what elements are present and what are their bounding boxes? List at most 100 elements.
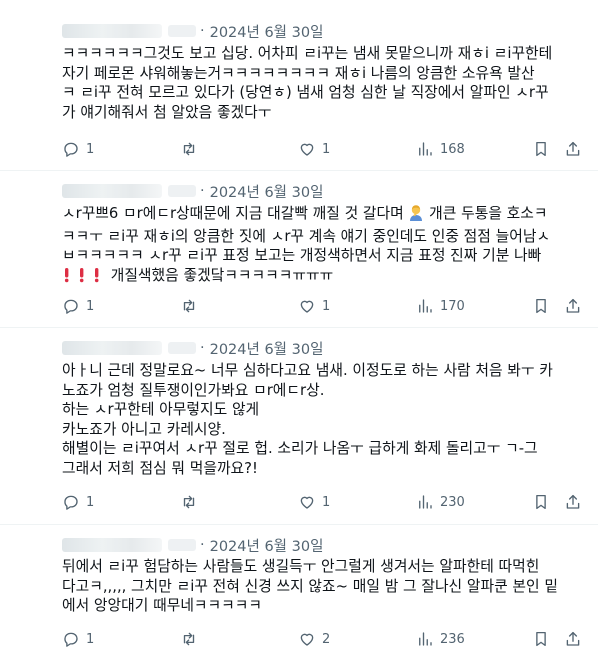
share-button[interactable] [564, 138, 582, 160]
separator-dot: · [200, 537, 205, 553]
bookmark-button[interactable] [532, 628, 550, 650]
reply-count: 1 [86, 494, 95, 510]
retweet-icon [183, 299, 195, 313]
separator-dot: · [200, 340, 205, 356]
reply-icon [64, 299, 78, 314]
views-button[interactable]: 170 [416, 295, 465, 317]
bookmark-button[interactable] [532, 138, 550, 160]
views-button[interactable]: 230 [416, 491, 465, 513]
reply-count: 1 [86, 631, 95, 647]
tweet-text-line: 노죠가 엄청 질투쟁이인가봐요 ㅁr에ㄷr상. [62, 381, 325, 399]
reply-button[interactable]: 1 [62, 295, 94, 317]
tweet-text-line: 자기 페로몬 샤워해놓는거ㅋㅋㅋㅋㅋㅋㅋㅋ 재ㅎi 나름의 앙큼한 소유욕 발산 [62, 64, 535, 82]
exclamation-emoji-icon [62, 267, 106, 289]
reply-button[interactable]: 1 [62, 491, 94, 513]
tweet-timestamp[interactable]: 2024년 6월 30일 [210, 535, 324, 556]
tweet-divider [0, 327, 598, 328]
tweet-text-line: 다고ㅋ,,,,, 그치만 ㄹi꾸 전혀 신경 쓰지 않죠~ 매일 밤 그 잘나신… [62, 577, 558, 595]
views-icon [419, 632, 432, 646]
author-handle-redacted[interactable] [168, 185, 196, 197]
like-count: 1 [322, 494, 331, 510]
reply-button[interactable]: 1 [62, 628, 94, 650]
reply-icon [64, 632, 78, 647]
share-button[interactable] [564, 628, 582, 650]
reply-count: 1 [86, 141, 95, 157]
tweet-text-line: 아ㅏ니 근데 정말로요~ 너무 심하다고요 냄새. 이정도로 하는 사람 처음 … [62, 362, 553, 379]
bookmark-button[interactable] [532, 491, 550, 513]
author-handle-redacted[interactable] [168, 539, 196, 551]
retweet-button[interactable] [180, 138, 198, 160]
heart-icon [300, 633, 314, 646]
tweet-text-line: 카노죠가 아니고 카레시양. [62, 420, 226, 438]
like-button[interactable]: 1 [298, 491, 330, 513]
views-icon [419, 142, 432, 156]
tweet-text-line: 그래서 저희 점심 뭐 먹을까요?! [62, 459, 258, 477]
views-icon [419, 299, 432, 313]
tweet-text: 아ㅏ니 근데 정말로요~ 너무 심하다고요 냄새. 이정도로 하는 사람 처음 … [62, 361, 592, 479]
heart-icon [300, 496, 314, 509]
retweet-button[interactable] [180, 491, 198, 513]
tweet-divider [0, 524, 598, 525]
views-button[interactable]: 236 [416, 628, 465, 650]
share-icon [566, 494, 580, 509]
tweet-text: 뒤에서 ㄹi꾸 험담하는 사람들도 생길득ㅜ 안그럴게 생겨서는 알파한테 따먹… [62, 557, 592, 616]
tweet-text-line: 에서 앙앙대기 때무네ㅋㅋㅋㅋㅋ [62, 597, 262, 615]
retweet-button[interactable] [180, 295, 198, 317]
views-button[interactable]: 168 [416, 138, 465, 160]
tweet-timestamp[interactable]: 2024년 6월 30일 [210, 181, 324, 202]
bookmark-icon [536, 631, 546, 647]
tweet-text-line: 뒤에서 ㄹi꾸 험담하는 사람들도 생길득ㅜ 안그럴게 생겨서는 알파한테 따먹… [62, 558, 540, 575]
share-button[interactable] [564, 295, 582, 317]
like-button[interactable]: 1 [298, 295, 330, 317]
separator-dot: · [200, 183, 205, 199]
retweet-button[interactable] [180, 628, 198, 650]
tweet-timestamp[interactable]: 2024년 6월 30일 [210, 338, 324, 359]
retweet-icon [183, 632, 195, 646]
bookmark-icon [536, 298, 546, 314]
views-count: 168 [440, 141, 465, 157]
like-count: 2 [322, 631, 331, 647]
separator-dot: · [200, 23, 205, 39]
bookmark-icon [536, 494, 546, 510]
tweet-actions: 1 2 236 [62, 628, 592, 650]
share-icon [566, 298, 580, 313]
tweet-text-line: ㅂㅋㅋㅋㅋㅋ ㅅr꾸 ㄹi꾸 표정 보고는 개정색하면서 지금 표정 진짜 기분… [62, 247, 542, 265]
share-icon [566, 141, 580, 156]
like-button[interactable]: 2 [298, 628, 330, 650]
author-handle-redacted[interactable] [168, 25, 196, 37]
tweet-text-line: ㅋ ㄹi꾸 전혀 모르고 있다가 (당연ㅎ) 냄새 엄청 심한 날 직장에서 알… [62, 84, 549, 102]
tweet-text-line: ㅋㅋㅋㅋㅋㅋ그것도 보고 십당. 어차피 ㄹi꾸는 냄새 못맡으니까 재ㅎi ㄹ… [62, 45, 553, 62]
tweet-text-line: 가 얘기해줘서 첨 알았음 좋겠다ㅜ [62, 103, 272, 121]
like-button[interactable]: 1 [298, 138, 330, 160]
tweet-text-segment: ㅅr꾸쁘6 ㅁr에ㄷr상때문에 지금 대갈빡 깨질 것 갈다며 [62, 205, 409, 222]
author-name-redacted[interactable] [62, 538, 162, 552]
reply-count: 1 [86, 298, 95, 314]
reply-button[interactable]: 1 [62, 138, 94, 160]
tweet-actions: 1 1 230 [62, 491, 592, 513]
tweet-header: · 2024년 6월 30일 [62, 534, 323, 556]
author-name-redacted[interactable] [62, 24, 162, 38]
bookmark-button[interactable] [532, 295, 550, 317]
tweet-header: · 2024년 6월 30일 [62, 337, 323, 359]
like-count: 1 [322, 141, 331, 157]
bookmark-icon [536, 141, 546, 157]
tweet-divider [0, 170, 598, 171]
heart-icon [300, 300, 314, 313]
tweet-text-line: ㅋㅋㅜ ㄹi꾸 재ㅎi의 앙큼한 짓에 ㅅr꾸 계속 얘기 중인데도 인중 점점… [62, 227, 551, 245]
heart-icon [300, 143, 314, 156]
tweet-text-line: 하는 ㅅr꾸한테 아무렇지도 않게 [62, 401, 260, 419]
author-name-redacted[interactable] [62, 184, 162, 198]
share-button[interactable] [564, 491, 582, 513]
author-handle-redacted[interactable] [168, 342, 196, 354]
tweet-timestamp[interactable]: 2024년 6월 30일 [210, 21, 324, 42]
reply-icon [64, 142, 78, 157]
tweet-text-line: 해별이는 ㄹi꾸여서 ㅅr꾸 절로 헙. 소리가 나옴ㅜ 급하게 화제 돌리고ㅜ… [62, 440, 538, 458]
views-count: 230 [440, 494, 465, 510]
tweet-text-segment: 개큰 두통을 호소ㅋ [424, 205, 548, 222]
author-name-redacted[interactable] [62, 341, 162, 355]
share-icon [566, 631, 580, 646]
retweet-icon [183, 495, 195, 509]
retweet-icon [183, 142, 195, 156]
reply-icon [64, 495, 78, 510]
views-icon [419, 495, 432, 509]
